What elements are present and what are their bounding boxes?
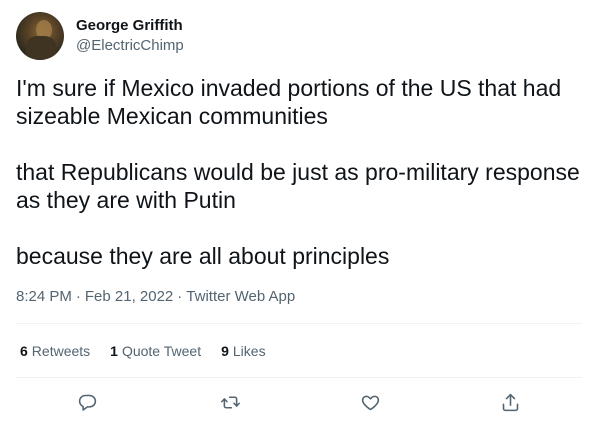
retweets-label: Retweets <box>31 343 91 359</box>
likes-label: Likes <box>232 343 266 359</box>
tweet-paragraph: I'm sure if Mexico invaded portions of t… <box>16 75 568 129</box>
reply-icon <box>78 394 96 411</box>
retweets-count: 6 <box>20 343 28 359</box>
engagement-stats: 6 Retweets 1 Quote Tweet 9 Likes <box>20 341 286 361</box>
tweet-actions <box>0 384 598 420</box>
heart-icon <box>361 395 379 410</box>
retweet-button[interactable] <box>212 384 248 420</box>
tweet-date[interactable]: Feb 21, 2022 <box>85 287 173 307</box>
author-names: George Griffith @ElectricChimp <box>76 16 184 56</box>
meta-separator: · <box>177 288 183 305</box>
author-handle[interactable]: @ElectricChimp <box>76 36 184 56</box>
likes-stat[interactable]: 9 Likes <box>221 341 265 361</box>
tweet-metadata: 8:24 PM · Feb 21, 2022 · Twitter Web App <box>16 287 295 307</box>
quote-tweets-label: Quote Tweet <box>121 343 202 359</box>
tweet-source[interactable]: Twitter Web App <box>186 287 295 307</box>
divider <box>16 323 582 324</box>
avatar[interactable] <box>16 12 64 60</box>
retweet-icon <box>220 395 240 409</box>
share-icon <box>502 393 518 411</box>
like-button[interactable] <box>352 384 388 420</box>
author-display-name[interactable]: George Griffith <box>76 16 184 36</box>
reply-button[interactable] <box>69 384 105 420</box>
tweet-time[interactable]: 8:24 PM <box>16 287 72 307</box>
tweet-text: I'm sure if Mexico invaded portions of t… <box>16 74 582 270</box>
tweet-card: George Griffith @ElectricChimp I'm sure … <box>0 0 598 425</box>
avatar-detail <box>26 36 56 60</box>
tweet-paragraph: because they are all about principles <box>16 243 390 269</box>
quote-tweets-count: 1 <box>110 343 118 359</box>
quote-tweets-stat[interactable]: 1 Quote Tweet <box>110 341 201 361</box>
meta-separator: · <box>75 288 81 305</box>
tweet-paragraph: that Republicans would be just as pro-mi… <box>16 159 587 213</box>
tweet-header: George Griffith @ElectricChimp <box>16 12 184 60</box>
likes-count: 9 <box>221 343 229 359</box>
share-button[interactable] <box>492 384 528 420</box>
divider <box>16 377 582 378</box>
retweets-stat[interactable]: 6 Retweets <box>20 341 90 361</box>
